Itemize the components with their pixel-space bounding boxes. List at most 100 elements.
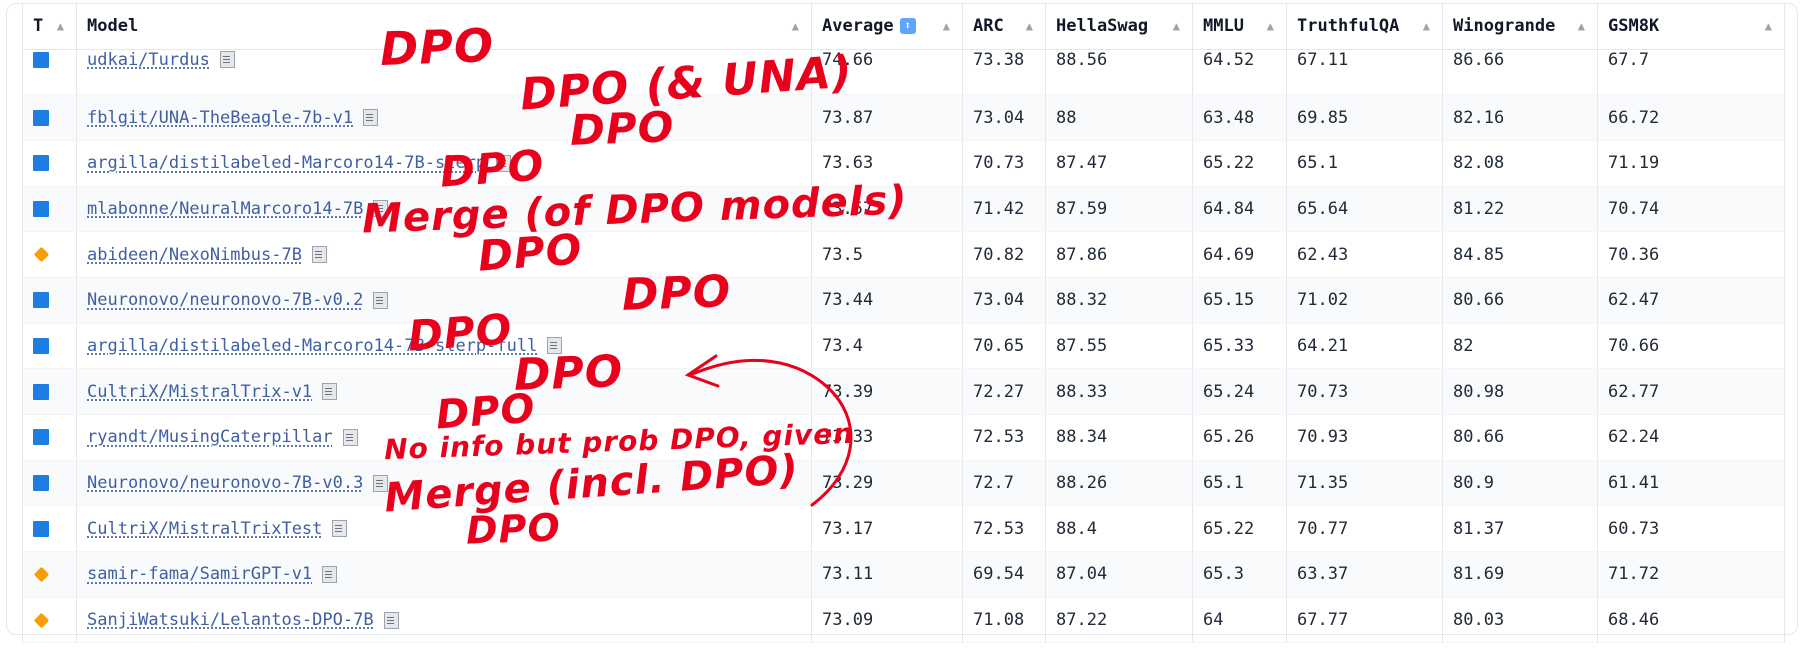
model-link[interactable]: mlabonne/NeuralMarcoro14-7B — [87, 199, 363, 219]
model-type-cell — [22, 323, 77, 370]
winogrande-cell: 81.69 — [1442, 551, 1598, 598]
sort-icon[interactable]: ▲ — [792, 19, 799, 33]
model-cell: abideen/NexoNimbus-7B — [76, 231, 812, 278]
model-link[interactable]: Neuronovo/neuronovo-7B-v0.2 — [87, 290, 363, 310]
winogrande-cell: 82.08 — [1442, 140, 1598, 187]
winogrande-cell: 84.85 — [1442, 231, 1598, 278]
model-link[interactable]: Neuronovo/neuronovo-7B-v0.3 — [87, 473, 363, 493]
average-cell: 73.63 — [811, 140, 963, 187]
table-row: Neuronovo/neuronovo-7B-v0.3 73.29 72.7 88.2… — [22, 460, 1785, 507]
col-header-hellaswag[interactable]: HellaSwag ▲ — [1045, 4, 1193, 50]
col-header-model[interactable]: Model ▲ — [76, 4, 812, 50]
mmlu-cell: 65.22 — [1192, 140, 1287, 187]
gsm8k-cell: 70.36 — [1597, 231, 1785, 278]
model-card-icon[interactable] — [219, 51, 235, 68]
col-header-truthfulqa[interactable]: TruthfulQA ▲ — [1286, 4, 1443, 50]
arc-cell: 71.42 — [962, 186, 1046, 233]
table-row: ryandt/MusingCaterpillar 73.33 72.53 88.34 6… — [22, 414, 1785, 461]
average-cell: 73.4 — [811, 323, 963, 370]
model-link[interactable]: ryandt/MusingCaterpillar — [87, 427, 333, 447]
mmlu-cell: 65.26 — [1192, 414, 1287, 461]
fine-tuned-type-icon — [33, 292, 49, 309]
arc-cell: 72.53 — [962, 505, 1046, 553]
header-row: T ▲ Model ▲ Average ⬆ ▲ ARC ▲ HellaSwag ▲ MMLU… — [22, 4, 1785, 50]
truthfulqa-cell: 64.21 — [1286, 323, 1443, 370]
sort-icon[interactable]: ▲ — [57, 19, 64, 33]
arc-cell: 70.65 — [962, 323, 1046, 370]
col-header-gsm8k[interactable]: GSM8K ▲ — [1597, 4, 1785, 50]
model-link[interactable]: argilla/distilabeled-Marcoro14-7B-slerp-… — [87, 336, 537, 356]
sort-icon[interactable]: ▲ — [1173, 19, 1180, 33]
winogrande-cell: 82.16 — [1442, 94, 1598, 141]
merge-type-icon — [33, 612, 50, 628]
fine-tuned-type-icon — [33, 51, 49, 68]
gsm8k-cell: 70.66 — [1597, 323, 1785, 370]
hellaswag-cell: 88.32 — [1045, 277, 1193, 324]
model-card-icon[interactable] — [496, 154, 512, 172]
average-cell: 73.5 — [811, 231, 963, 278]
sort-icon[interactable]: ▲ — [943, 19, 950, 33]
model-card-icon[interactable] — [547, 337, 563, 355]
average-cell: 73.87 — [811, 94, 963, 141]
model-card-icon[interactable] — [342, 428, 358, 446]
model-link[interactable]: SanjiWatsuki/Lelantos-DPO-7B — [87, 610, 374, 630]
mmlu-cell: 64.84 — [1192, 186, 1287, 233]
model-card-icon[interactable] — [373, 200, 389, 218]
hellaswag-cell: 87.47 — [1045, 140, 1193, 187]
arc-cell: 73.38 — [962, 49, 1046, 96]
model-cell: CultriX/MistralTrixTest — [76, 505, 812, 553]
table-row: mlabonne/NeuralMarcoro14-7B 73.57 71.42 87.… — [22, 186, 1785, 233]
col-header-average[interactable]: Average ⬆ ▲ — [811, 4, 963, 50]
truthfulqa-cell: 70.93 — [1286, 414, 1443, 461]
model-card-icon[interactable] — [373, 474, 389, 492]
fine-tuned-type-icon — [33, 337, 49, 354]
model-link[interactable]: CultriX/MistralTrix-v1 — [87, 382, 312, 402]
fine-tuned-type-icon — [33, 429, 49, 446]
table-row: abideen/NexoNimbus-7B 73.5 70.82 87.86 64.69… — [22, 231, 1785, 278]
col-header-arc[interactable]: ARC ▲ — [962, 4, 1046, 50]
gsm8k-cell: 61.41 — [1597, 460, 1785, 507]
model-card-icon[interactable] — [311, 246, 327, 264]
model-link[interactable]: argilla/distilabeled-Marcoro14-7B-slerp — [87, 153, 486, 173]
sort-icon[interactable]: ▲ — [1026, 19, 1033, 33]
model-cell: argilla/distilabeled-Marcoro14-7B-slerp — [76, 140, 812, 187]
hellaswag-cell: 88.56 — [1045, 49, 1193, 96]
model-card-icon[interactable] — [383, 611, 399, 629]
col-header-type[interactable]: T ▲ — [22, 4, 77, 50]
model-link[interactable]: fblgit/UNA-TheBeagle-7b-v1 — [87, 108, 353, 128]
sorted-indicator-icon: ⬆ — [899, 18, 916, 35]
arc-cell: 70.82 — [962, 231, 1046, 278]
mmlu-cell: 63.48 — [1192, 94, 1287, 141]
model-type-cell — [22, 94, 77, 141]
model-card-icon[interactable] — [373, 291, 389, 309]
table-row: samir-fama/SamirGPT-v1 73.11 69.54 87.04 65.… — [22, 551, 1785, 598]
model-link[interactable]: CultriX/MistralTrixTest — [87, 519, 322, 539]
model-cell: SanjiWatsuki/Lelantos-DPO-7B — [76, 597, 812, 644]
model-card-icon[interactable] — [363, 109, 379, 127]
sort-icon[interactable]: ▲ — [1267, 19, 1274, 33]
winogrande-cell: 80.66 — [1442, 277, 1598, 324]
model-link[interactable]: udkai/Turdus — [87, 50, 210, 70]
model-card-icon[interactable] — [322, 383, 338, 401]
model-type-cell — [22, 186, 77, 233]
gsm8k-cell: 68.46 — [1597, 597, 1785, 644]
model-link[interactable]: samir-fama/SamirGPT-v1 — [87, 564, 312, 584]
col-header-winogrande[interactable]: Winogrande ▲ — [1442, 4, 1598, 50]
arc-cell: 72.27 — [962, 368, 1046, 415]
average-cell: 73.11 — [811, 551, 963, 598]
arc-cell: 73.04 — [962, 94, 1046, 141]
model-cell: Neuronovo/neuronovo-7B-v0.3 — [76, 460, 812, 507]
fine-tuned-type-icon — [33, 155, 49, 172]
model-link[interactable]: abideen/NexoNimbus-7B — [87, 245, 302, 265]
table-row: SanjiWatsuki/Lelantos-DPO-7B 73.09 71.08 87… — [22, 597, 1785, 644]
mmlu-cell: 65.15 — [1192, 277, 1287, 324]
sort-icon[interactable]: ▲ — [1578, 19, 1585, 33]
truthfulqa-cell: 69.85 — [1286, 94, 1443, 141]
hellaswag-cell: 88.26 — [1045, 460, 1193, 507]
model-card-icon[interactable] — [322, 565, 338, 583]
model-card-icon[interactable] — [332, 520, 348, 538]
sort-icon[interactable]: ▲ — [1765, 19, 1772, 33]
sort-icon[interactable]: ▲ — [1423, 19, 1430, 33]
col-header-mmlu[interactable]: MMLU ▲ — [1192, 4, 1287, 50]
table-row: CultriX/MistralTrixTest 73.17 72.53 88.4 65.… — [22, 505, 1785, 553]
